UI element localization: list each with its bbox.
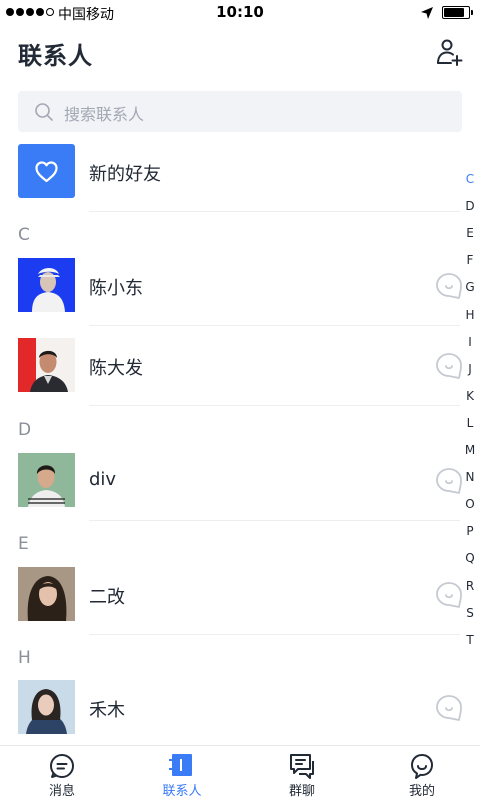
tab-label: 联系人 xyxy=(162,784,202,799)
divider xyxy=(89,211,460,212)
index-letter-q[interactable]: Q xyxy=(460,551,480,565)
index-letter-s[interactable]: S xyxy=(460,606,480,620)
tab-contacts[interactable]: 联系人 xyxy=(122,746,242,800)
index-letter-p[interactable]: P xyxy=(460,524,480,538)
search-input[interactable]: 搜索联系人 xyxy=(18,91,462,132)
contact-item[interactable]: 陈小东 xyxy=(0,258,480,326)
chat-bubble-icon[interactable] xyxy=(435,694,463,722)
index-letter-k[interactable]: K xyxy=(460,389,480,403)
index-letter-r[interactable]: R xyxy=(460,579,480,593)
status-bar: 中国移动 10:10 xyxy=(0,0,480,26)
divider xyxy=(89,325,460,326)
new-friends-label: 新的好友 xyxy=(89,164,161,185)
section-header-c: C xyxy=(18,225,30,245)
contact-item[interactable]: div xyxy=(0,453,480,521)
contact-item[interactable]: 陈大发 xyxy=(0,338,480,406)
tab-group-chat[interactable]: 群聊 xyxy=(242,746,362,800)
index-letter-c[interactable]: C xyxy=(460,172,480,186)
tab-messages[interactable]: 消息 xyxy=(2,746,122,800)
tab-label: 消息 xyxy=(48,784,75,799)
new-friends-avatar xyxy=(18,144,75,198)
message-icon xyxy=(50,754,74,778)
profile-icon xyxy=(411,754,433,779)
page-title: 联系人 xyxy=(18,42,93,70)
avatar xyxy=(18,258,75,312)
contact-item[interactable]: 二改 xyxy=(0,567,480,635)
index-letter-i[interactable]: I xyxy=(460,335,480,349)
index-letter-m[interactable]: M xyxy=(460,443,480,457)
index-letter-d[interactable]: D xyxy=(460,199,480,213)
index-letter-j[interactable]: J xyxy=(460,362,480,376)
index-letter-e[interactable]: E xyxy=(460,226,480,240)
search-icon xyxy=(35,103,53,121)
tab-label: 我的 xyxy=(408,784,435,799)
contact-name: 陈小东 xyxy=(89,278,143,299)
tab-bar: 消息 联系人 群聊 我的 xyxy=(0,745,480,800)
contact-name: 二改 xyxy=(89,587,125,608)
divider xyxy=(89,405,460,406)
section-header-h: H xyxy=(18,648,31,668)
group-chat-icon xyxy=(290,754,314,779)
contact-name: div xyxy=(89,469,117,490)
avatar xyxy=(18,453,75,507)
contact-name: 陈大发 xyxy=(89,358,143,379)
location-arrow-icon xyxy=(421,7,433,19)
contacts-icon xyxy=(169,754,192,776)
contact-name: 禾木 xyxy=(89,700,125,721)
index-letter-n[interactable]: N xyxy=(460,470,480,484)
status-time: 10:10 xyxy=(216,3,264,21)
index-letter-h[interactable]: H xyxy=(460,308,480,322)
avatar xyxy=(18,338,75,392)
battery-icon xyxy=(442,6,473,19)
new-friends-item[interactable]: 新的好友 xyxy=(0,144,480,212)
section-header-d: D xyxy=(18,420,32,440)
avatar xyxy=(18,567,75,621)
divider xyxy=(89,634,460,635)
tab-label: 群聊 xyxy=(288,784,315,799)
contact-item[interactable]: 禾木 xyxy=(0,680,480,745)
add-user-icon[interactable] xyxy=(434,37,464,67)
chat-bubble-icon[interactable] xyxy=(435,581,463,609)
divider xyxy=(89,520,460,521)
avatar xyxy=(18,680,75,734)
tab-profile[interactable]: 我的 xyxy=(362,746,480,800)
index-letter-o[interactable]: O xyxy=(460,497,480,511)
chat-bubble-icon[interactable] xyxy=(435,352,463,380)
heart-icon xyxy=(35,161,58,183)
index-letter-l[interactable]: L xyxy=(460,416,480,430)
chat-bubble-icon[interactable] xyxy=(435,467,463,495)
chat-bubble-icon[interactable] xyxy=(435,272,463,300)
index-letter-g[interactable]: G xyxy=(460,280,480,294)
search-placeholder: 搜索联系人 xyxy=(64,105,145,124)
index-letter-f[interactable]: F xyxy=(460,253,480,267)
section-header-e: E xyxy=(18,534,29,554)
index-letter-t[interactable]: T xyxy=(460,633,480,647)
